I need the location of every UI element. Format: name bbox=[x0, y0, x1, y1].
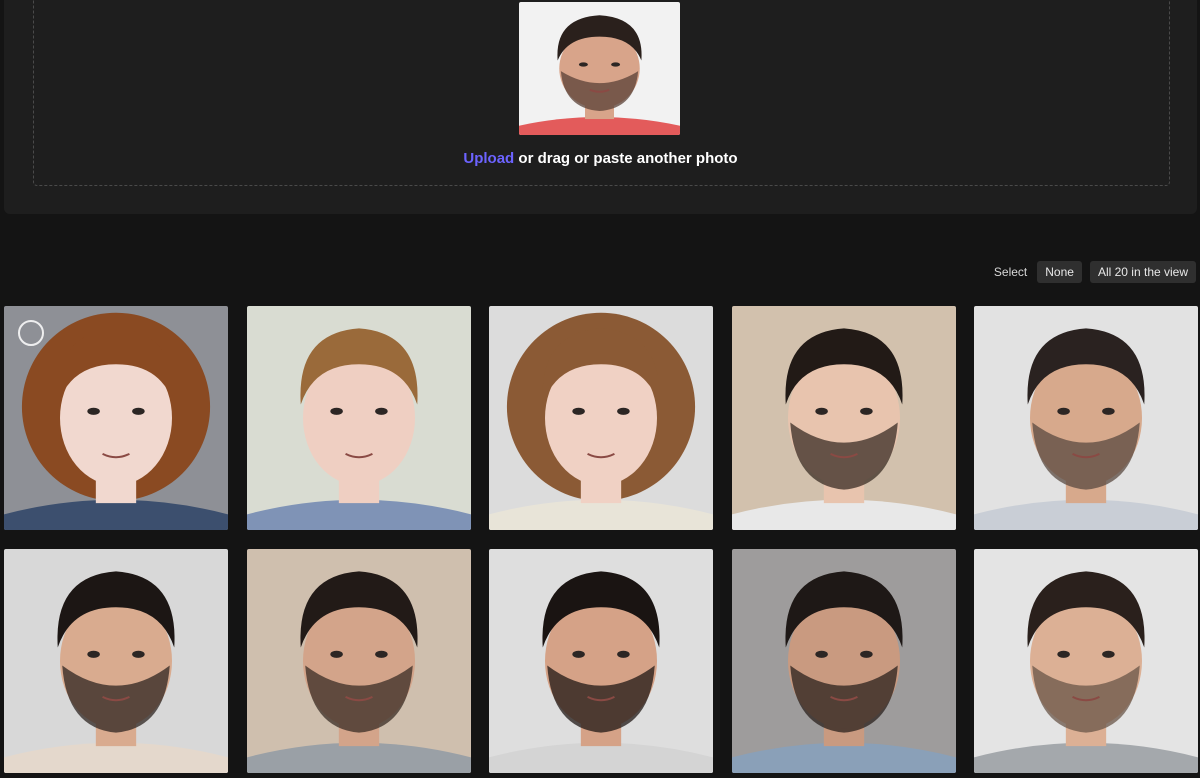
uploaded-photo-preview bbox=[519, 2, 680, 135]
face-tile[interactable] bbox=[731, 549, 956, 773]
face-photo bbox=[246, 549, 471, 773]
upload-panel: Upload or drag or paste another photo bbox=[4, 0, 1197, 214]
select-bar: Select None All 20 in the view bbox=[994, 261, 1196, 283]
select-checkbox-circle[interactable] bbox=[18, 320, 44, 346]
select-label: Select bbox=[993, 265, 1028, 279]
face-tile[interactable] bbox=[246, 549, 471, 773]
select-all-button[interactable]: All 20 in the view bbox=[1089, 261, 1196, 283]
face-tile[interactable] bbox=[489, 549, 713, 773]
upload-instructions: Upload or drag or paste another photo bbox=[4, 150, 1197, 167]
upload-link[interactable]: Upload bbox=[463, 150, 514, 167]
face-photo bbox=[731, 306, 956, 530]
face-tile[interactable] bbox=[4, 306, 228, 530]
face-tile[interactable] bbox=[974, 306, 1198, 530]
face-tile[interactable] bbox=[974, 549, 1198, 773]
face-grid bbox=[4, 306, 1198, 773]
face-tile[interactable] bbox=[246, 306, 471, 530]
upload-instructions-text: or drag or paste another photo bbox=[514, 150, 738, 167]
select-none-button[interactable]: None bbox=[1037, 261, 1082, 283]
face-photo bbox=[489, 549, 713, 773]
face-tile[interactable] bbox=[731, 306, 956, 530]
face-tile[interactable] bbox=[4, 549, 228, 773]
face-photo bbox=[489, 306, 713, 530]
face-photo bbox=[4, 549, 228, 773]
face-tile[interactable] bbox=[489, 306, 713, 530]
face-photo bbox=[974, 549, 1198, 773]
face-photo bbox=[246, 306, 471, 530]
face-photo bbox=[974, 306, 1198, 530]
face-photo bbox=[731, 549, 956, 773]
